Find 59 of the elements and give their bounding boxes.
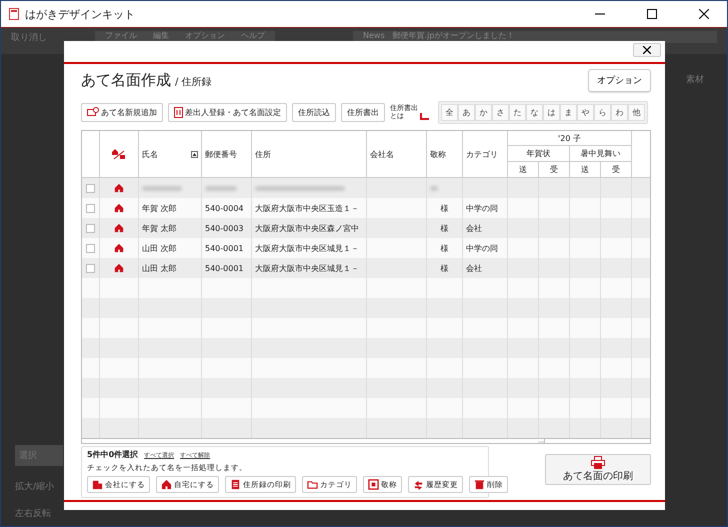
kana-filter-button[interactable]: さ [492,104,509,120]
kana-filter-button[interactable]: ま [560,104,577,120]
row-checkbox[interactable] [86,204,95,212]
swap-arrows-icon [413,479,424,490]
row-checkbox[interactable] [86,184,95,192]
tool-label: 左右反転 [15,508,52,520]
close-icon [643,46,651,54]
close-icon [699,9,709,19]
window-title: はがきデザインキット [25,6,136,22]
table-row[interactable] [82,178,650,198]
maximize-icon [647,9,657,19]
table-row[interactable]: 年賀 次郎 540-0004 大阪府大阪市中央区玉造１－ 様 中学の同 [82,198,650,218]
blurred-text [205,186,237,190]
selection-count: 5件中0件選択 [87,449,138,460]
row-checkbox[interactable] [86,264,95,272]
close-button[interactable] [633,43,661,57]
kana-filter-button[interactable]: は [543,104,560,120]
row-checkbox[interactable] [86,244,95,252]
kana-filter-button[interactable]: ら [594,104,611,120]
option-button[interactable]: オプション [588,69,651,92]
stamp-icon [368,479,379,490]
column-header[interactable]: 氏名 [142,148,158,160]
document-icon [174,106,183,118]
blurred-text [430,186,438,190]
dialog-title: あて名面作成 [81,71,171,90]
toolbar-button[interactable]: 差出人登録・あて名面設定 [168,102,287,122]
dialog-subtitle: / 住所録 [175,76,212,89]
app-icon [9,8,19,20]
column-header: '20 子 [508,131,632,146]
folder-icon [307,479,318,490]
print-button[interactable]: あて名面の印刷 [545,454,651,485]
blurred-text [142,186,182,190]
kana-filter-button[interactable]: た [509,104,526,120]
building-icon [92,479,103,490]
printer-icon [591,456,605,469]
row-checkbox[interactable] [86,224,95,232]
tool-label: 拡大/縮小 [15,480,56,493]
kana-filter-button[interactable]: あ [458,104,475,120]
sort-icon[interactable] [191,150,198,158]
table-row[interactable]: 山田 太郎 540-0001 大阪府大阪市中央区城見１－ 様 会社 [82,258,650,278]
column-header: 年賀状 [508,146,570,162]
kana-filter-button[interactable]: や [577,104,594,120]
trash-icon [474,479,485,490]
house-building-icon [112,148,126,160]
card-plus-icon [87,107,99,117]
kana-filter-button[interactable]: な [526,104,543,120]
kana-filter-button[interactable]: 他 [628,104,645,120]
toolbar-button[interactable]: あて名新規追加 [81,102,163,122]
toolbar-button[interactable]: 住所読込 [292,102,336,122]
news-label: News [363,31,385,42]
table-row[interactable]: 山田 次郎 540-0001 大阪府大阪市中央区城見１－ 様 中学の同 [82,238,650,258]
table-row[interactable]: 年賀 太郎 540-0003 大阪府大阪市中央区森ノ宮中 様 会社 [82,218,650,238]
kana-filter-button[interactable]: 全 [441,104,458,120]
document-icon [230,479,241,490]
column-header: 暑中見舞い [570,146,632,162]
kana-filter-button[interactable]: か [475,104,492,120]
toolbar-button[interactable]: 住所書出 [341,102,385,122]
house-icon [161,479,172,490]
kana-filter-button[interactable]: わ [611,104,628,120]
